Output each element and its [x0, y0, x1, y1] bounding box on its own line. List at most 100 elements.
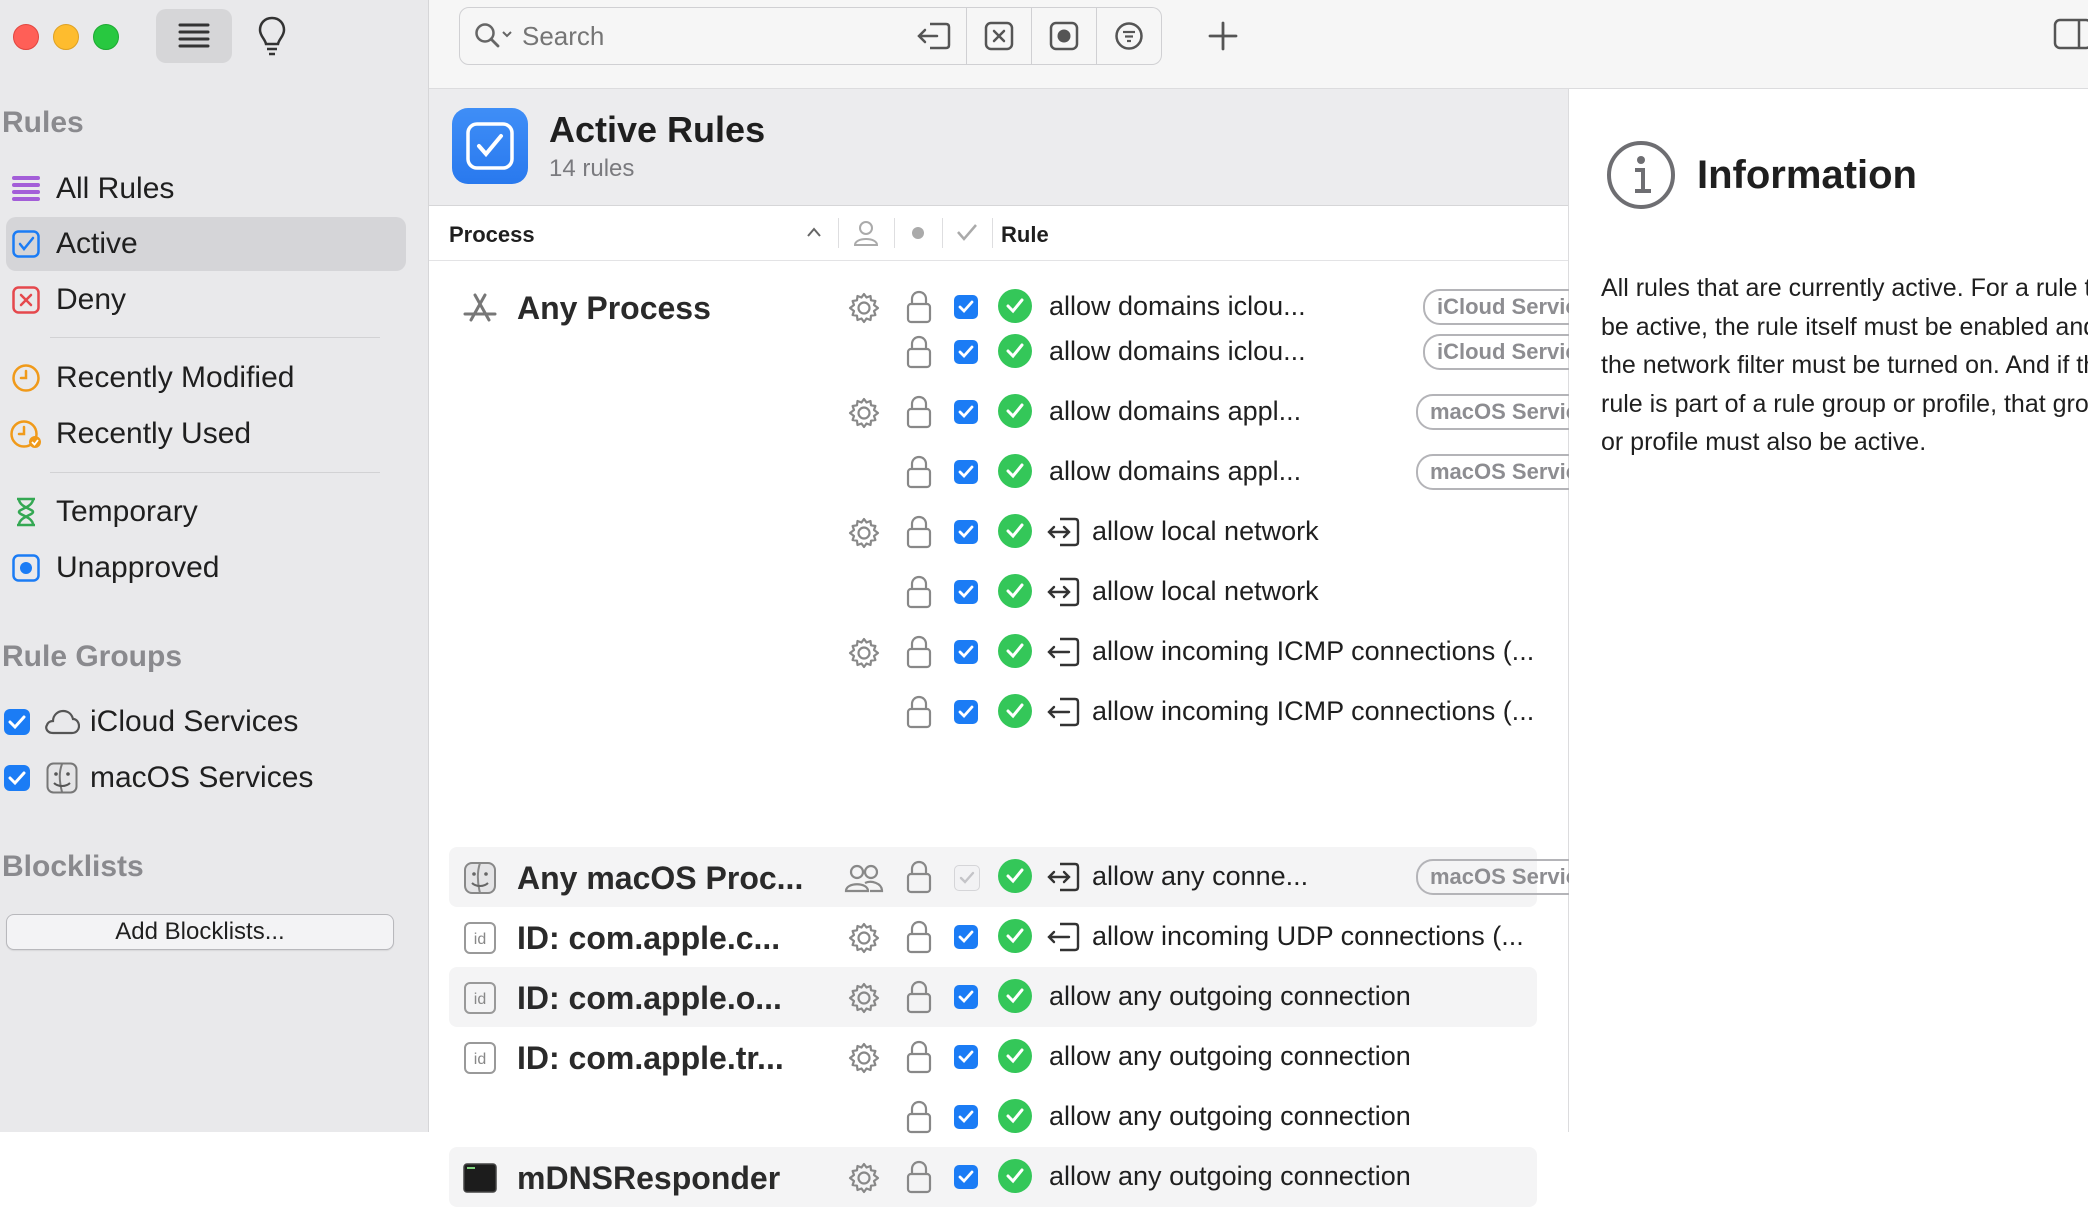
group-enabled-checkbox[interactable]	[4, 765, 30, 791]
allow-status-icon	[998, 979, 1032, 1013]
group-item-macos[interactable]: macOS Services	[4, 751, 313, 805]
process-name: ID: com.apple.c...	[517, 920, 781, 956]
rule-enabled-checkbox[interactable]	[954, 340, 978, 364]
filter-deny-button[interactable]	[967, 7, 1032, 65]
bundle-id-icon: id	[463, 1041, 497, 1075]
lock-icon	[906, 575, 932, 609]
table-row[interactable]: allow local network	[449, 562, 1537, 622]
process-name: mDNSResponder	[517, 1160, 781, 1196]
list-lines-icon	[178, 23, 210, 48]
blocklists-section-header: Blocklists	[2, 850, 144, 883]
group-enabled-checkbox[interactable]	[4, 709, 30, 735]
gear-icon	[848, 982, 880, 1014]
lock-icon	[906, 1100, 932, 1134]
sidebar-item-deny[interactable]: Deny	[6, 273, 406, 327]
lock-icon	[906, 980, 932, 1014]
minimize-window-button[interactable]	[53, 24, 79, 50]
rule-enabled-checkbox[interactable]	[954, 460, 978, 484]
sort-ascending-icon[interactable]	[806, 226, 822, 238]
checkmark-icon	[958, 1050, 974, 1064]
rule-enabled-checkbox[interactable]	[954, 640, 978, 664]
sidebar-item-unapproved[interactable]: Unapproved	[6, 541, 406, 595]
table-row[interactable]: id ID: com.apple.c... allow incoming UDP…	[449, 907, 1537, 967]
bidirectional-arrow-icon	[1047, 517, 1080, 547]
table-row[interactable]: allow domains appl... macOS Services	[449, 382, 1617, 442]
lock-icon	[906, 455, 932, 489]
rule-text: allow any outgoing connection	[1049, 1101, 1411, 1131]
lock-icon	[906, 860, 932, 894]
sidebar-toggle-button[interactable]	[156, 9, 232, 63]
rule-enabled-checkbox[interactable]	[954, 400, 978, 424]
rule-enabled-checkbox[interactable]	[954, 865, 980, 891]
sidebar-item-label: Temporary	[56, 495, 198, 528]
add-blocklists-button[interactable]: Add Blocklists...	[6, 914, 394, 950]
lock-icon	[906, 335, 932, 369]
filter-unapproved-button[interactable]	[1032, 7, 1097, 65]
lock-icon	[906, 1160, 932, 1194]
column-header-process[interactable]: Process	[449, 222, 535, 248]
finder-icon	[463, 861, 497, 895]
dot-column-icon[interactable]	[911, 226, 925, 240]
sidebar-item-active[interactable]: Active	[6, 217, 406, 271]
table-row[interactable]: allow local network	[449, 502, 1537, 562]
group-item-icloud[interactable]: iCloud Services	[4, 695, 298, 749]
gear-icon	[848, 922, 880, 954]
table-row[interactable]: mDNSResponder allow any outgoing connect…	[449, 1147, 1537, 1207]
rule-enabled-checkbox[interactable]	[954, 700, 978, 724]
column-separator	[942, 218, 943, 248]
sidebar-item-recently-modified[interactable]: Recently Modified	[6, 351, 406, 405]
table-row[interactable]: allow domains iclou... iCloud Services	[449, 322, 1617, 382]
tips-button[interactable]	[254, 14, 290, 58]
filter-options-button[interactable]	[1097, 7, 1162, 65]
gear-icon	[848, 397, 880, 429]
active-rules-icon	[452, 108, 528, 184]
rule-enabled-checkbox[interactable]	[954, 1045, 978, 1069]
gear-icon	[848, 637, 880, 669]
add-rule-button[interactable]	[1201, 14, 1245, 58]
lock-icon	[906, 920, 932, 954]
rule-text: allow domains appl...	[1049, 456, 1302, 486]
sidebar-item-label: Recently Modified	[56, 361, 295, 394]
rule-text: allow any outgoing connection	[1049, 981, 1411, 1011]
list-header: Active Rules 14 rules	[429, 89, 1568, 206]
search-field[interactable]	[459, 7, 903, 65]
allow-status-icon	[998, 454, 1032, 488]
search-input[interactable]	[520, 19, 864, 53]
table-row[interactable]: id ID: com.apple.o... allow any outgoing…	[449, 967, 1537, 1027]
user-column-icon[interactable]	[853, 219, 879, 247]
check-column-icon[interactable]	[956, 222, 978, 242]
rule-enabled-checkbox[interactable]	[954, 925, 978, 949]
rule-enabled-checkbox[interactable]	[954, 985, 978, 1009]
bundle-id-icon: id	[463, 921, 497, 955]
sidebar-item-recently-used[interactable]: Recently Used	[6, 407, 406, 461]
inspector-toggle-button[interactable]	[2053, 18, 2088, 50]
lock-icon	[906, 395, 932, 429]
rule-enabled-checkbox[interactable]	[954, 1105, 978, 1129]
sidebar-item-all-rules[interactable]: All Rules	[6, 162, 406, 216]
checkmark-icon	[959, 871, 975, 884]
rule-enabled-checkbox[interactable]	[954, 1165, 978, 1189]
checkmark-icon	[958, 645, 974, 659]
checkmark-icon	[958, 585, 974, 599]
allow-status-icon	[998, 859, 1032, 893]
clock-icon	[10, 362, 42, 394]
rule-enabled-checkbox[interactable]	[954, 520, 978, 544]
table-row[interactable]: Any macOS Proc... allow any conne... mac…	[449, 847, 1617, 907]
rule-enabled-checkbox[interactable]	[954, 580, 978, 604]
svg-text:id: id	[474, 991, 486, 1008]
column-header-rule[interactable]: Rule	[1001, 222, 1049, 248]
bundle-id-icon: id	[463, 981, 497, 1015]
sidebar-item-temporary[interactable]: Temporary	[6, 485, 406, 539]
zoom-window-button[interactable]	[93, 24, 119, 50]
table-row[interactable]: allow any outgoing connection	[449, 1087, 1537, 1147]
close-window-button[interactable]	[13, 24, 39, 50]
table-row[interactable]: allow incoming ICMP connections (...	[449, 622, 1537, 682]
table-row[interactable]: id ID: com.apple.tr... allow any outgoin…	[449, 1027, 1537, 1087]
lock-icon	[906, 635, 932, 669]
table-row[interactable]: allow domains appl... macOS Services	[449, 442, 1617, 502]
table-row[interactable]: allow incoming ICMP connections (...	[449, 682, 1537, 742]
allow-status-icon	[998, 394, 1032, 428]
gear-icon	[848, 292, 880, 324]
rule-enabled-checkbox[interactable]	[954, 295, 978, 319]
filter-incoming-button[interactable]	[902, 7, 967, 65]
